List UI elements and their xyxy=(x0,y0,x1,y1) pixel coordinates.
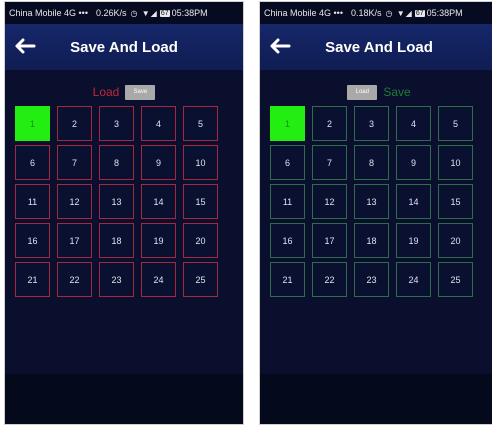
save-slot-1[interactable]: 1 xyxy=(15,106,50,141)
mode-toggle: Load Save xyxy=(5,82,243,102)
save-slot-3[interactable]: 3 xyxy=(99,106,134,141)
save-slot-5[interactable]: 5 xyxy=(438,106,473,141)
save-slot-20[interactable]: 20 xyxy=(183,223,218,258)
title-bar: Save And Load xyxy=(5,24,243,70)
load-tab-button[interactable]: Load xyxy=(347,84,378,100)
save-slot-23[interactable]: 23 xyxy=(354,262,389,297)
save-slot-13[interactable]: 13 xyxy=(354,184,389,219)
carrier-label: China Mobile 4G ••• xyxy=(264,8,343,18)
page-title: Save And Load xyxy=(70,38,178,56)
save-slot-10[interactable]: 10 xyxy=(183,145,218,180)
save-slot-1[interactable]: 1 xyxy=(270,106,305,141)
signal-wifi-icons: ◷ ▼◢ xyxy=(130,8,158,18)
save-slot-20[interactable]: 20 xyxy=(438,223,473,258)
save-slot-22[interactable]: 22 xyxy=(312,262,347,297)
carrier-label: China Mobile 4G ••• xyxy=(9,8,88,18)
save-slot-23[interactable]: 23 xyxy=(99,262,134,297)
load-tab-active[interactable]: Load xyxy=(93,85,120,99)
save-slot-4[interactable]: 4 xyxy=(141,106,176,141)
status-bar: China Mobile 4G ••• 0.18K/s ◷ ▼◢ 67 05:3… xyxy=(260,2,492,24)
save-slot-15[interactable]: 15 xyxy=(183,184,218,219)
save-slot-6[interactable]: 6 xyxy=(15,145,50,180)
save-slot-11[interactable]: 11 xyxy=(270,184,305,219)
back-button[interactable] xyxy=(10,34,40,58)
battery-icon: 67 xyxy=(414,9,425,17)
save-slot-6[interactable]: 6 xyxy=(270,145,305,180)
save-slot-11[interactable]: 11 xyxy=(15,184,50,219)
save-slot-24[interactable]: 24 xyxy=(396,262,431,297)
save-slot-7[interactable]: 7 xyxy=(57,145,92,180)
save-slot-21[interactable]: 21 xyxy=(15,262,50,297)
save-slot-3[interactable]: 3 xyxy=(354,106,389,141)
bottom-bar xyxy=(260,374,492,424)
title-bar: Save And Load xyxy=(260,24,492,70)
save-slot-8[interactable]: 8 xyxy=(354,145,389,180)
save-slot-2[interactable]: 2 xyxy=(57,106,92,141)
save-slot-10[interactable]: 10 xyxy=(438,145,473,180)
network-speed: 0.26K/s xyxy=(96,8,127,18)
save-slot-12[interactable]: 12 xyxy=(312,184,347,219)
slot-grid: 1 2 3 4 5 6 7 8 9 10 11 12 13 14 15 16 17 18 19 20 21 22 23 24 2… xyxy=(15,106,218,297)
save-slot-24[interactable]: 24 xyxy=(141,262,176,297)
save-slot-14[interactable]: 14 xyxy=(396,184,431,219)
clock: 05:38PM xyxy=(171,8,208,18)
save-slot-13[interactable]: 13 xyxy=(99,184,134,219)
save-slot-17[interactable]: 17 xyxy=(57,223,92,258)
save-slot-14[interactable]: 14 xyxy=(141,184,176,219)
save-slot-18[interactable]: 18 xyxy=(354,223,389,258)
save-slot-25[interactable]: 25 xyxy=(438,262,473,297)
save-slot-12[interactable]: 12 xyxy=(57,184,92,219)
arrow-left-icon xyxy=(270,38,291,54)
save-slot-9[interactable]: 9 xyxy=(141,145,176,180)
save-slot-18[interactable]: 18 xyxy=(99,223,134,258)
network-speed: 0.18K/s xyxy=(351,8,382,18)
status-bar: China Mobile 4G ••• 0.26K/s ◷ ▼◢ 67 05:3… xyxy=(5,2,243,24)
save-slot-17[interactable]: 17 xyxy=(312,223,347,258)
save-slot-7[interactable]: 7 xyxy=(312,145,347,180)
back-button[interactable] xyxy=(265,34,295,58)
save-slot-22[interactable]: 22 xyxy=(57,262,92,297)
save-slot-4[interactable]: 4 xyxy=(396,106,431,141)
arrow-left-icon xyxy=(15,38,36,54)
save-tab-button[interactable]: Save xyxy=(125,84,156,100)
save-tab-active[interactable]: Save xyxy=(383,85,410,99)
slot-grid: 1 2 3 4 5 6 7 8 9 10 11 12 13 14 15 16 17 18 19 20 21 22 23 24 2… xyxy=(270,106,473,297)
save-slot-19[interactable]: 19 xyxy=(396,223,431,258)
bottom-bar xyxy=(5,374,243,424)
save-slot-8[interactable]: 8 xyxy=(99,145,134,180)
save-slot-9[interactable]: 9 xyxy=(396,145,431,180)
save-slot-16[interactable]: 16 xyxy=(270,223,305,258)
save-slot-15[interactable]: 15 xyxy=(438,184,473,219)
save-slot-5[interactable]: 5 xyxy=(183,106,218,141)
save-slot-19[interactable]: 19 xyxy=(141,223,176,258)
save-slot-21[interactable]: 21 xyxy=(270,262,305,297)
mode-toggle: Load Save xyxy=(260,82,492,102)
phone-screen-save: China Mobile 4G ••• 0.18K/s ◷ ▼◢ 67 05:3… xyxy=(260,2,492,424)
save-slot-2[interactable]: 2 xyxy=(312,106,347,141)
clock: 05:38PM xyxy=(426,8,463,18)
signal-wifi-icons: ◷ ▼◢ xyxy=(385,8,413,18)
phone-screen-load: China Mobile 4G ••• 0.26K/s ◷ ▼◢ 67 05:3… xyxy=(5,2,243,424)
save-slot-16[interactable]: 16 xyxy=(15,223,50,258)
save-slot-25[interactable]: 25 xyxy=(183,262,218,297)
battery-icon: 67 xyxy=(159,9,170,17)
